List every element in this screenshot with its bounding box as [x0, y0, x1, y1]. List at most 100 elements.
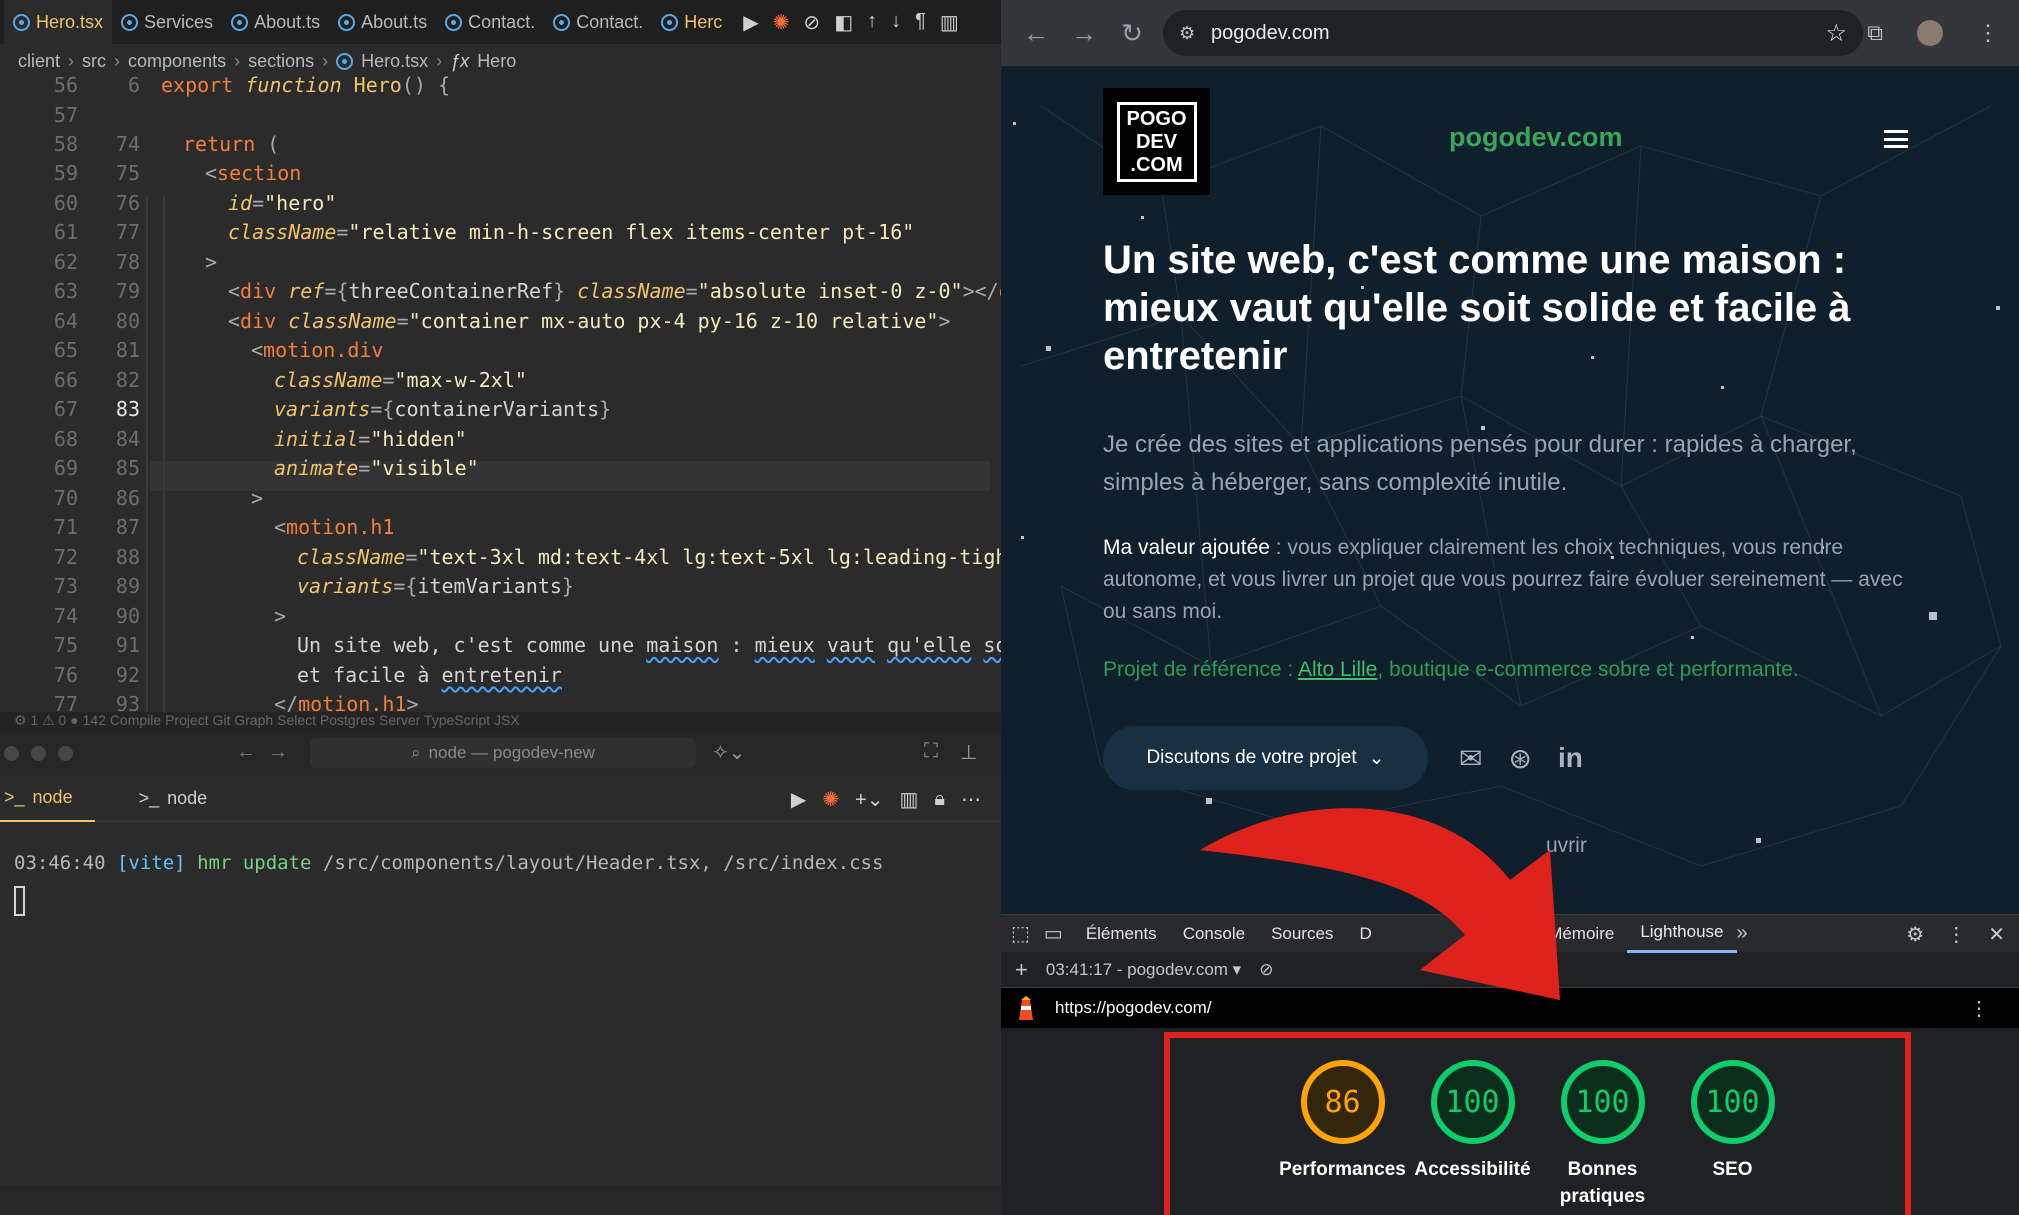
editor-tab[interactable]: Herc	[652, 0, 731, 44]
breadcrumb-item[interactable]: src	[82, 51, 106, 72]
score-accessibility[interactable]: 100 Accessibilité	[1414, 1060, 1531, 1215]
zoom-window-button[interactable]	[58, 745, 73, 761]
code-line: 65 81 <motion.div	[53, 338, 384, 363]
chevron-down-icon: ⌄	[1368, 747, 1385, 769]
terminal-prompt-icon: >_	[138, 788, 160, 808]
score-gauge: 86	[1300, 1060, 1385, 1144]
gear-icon[interactable]: ⚙	[1906, 922, 1924, 947]
back-icon[interactable]: ←	[1023, 18, 1049, 49]
pilcrow-icon[interactable]: ¶	[915, 10, 926, 35]
forward-icon[interactable]: →	[1071, 18, 1097, 49]
arrow-up-icon[interactable]: ↑	[867, 10, 877, 35]
score-label: Bonnes pratiques	[1559, 1159, 1646, 1207]
hide-icon[interactable]: ⊘	[803, 10, 820, 35]
editor-toolbar: ▶ ✺ ⊘ ◧ ↑ ↓ ¶ ▥	[743, 10, 958, 35]
add-report-icon[interactable]: +	[1015, 957, 1028, 983]
terminal-footer	[0, 1185, 1001, 1215]
breadcrumb-item[interactable]: Hero.tsx	[361, 51, 428, 72]
lock-icon[interactable]: 🔒︎	[934, 788, 945, 811]
site-name[interactable]: pogodev.com	[1449, 122, 1623, 153]
close-icon[interactable]: ✕	[1988, 922, 2005, 947]
code-line: 60 76 id="hero"	[53, 190, 337, 215]
split-icon[interactable]: ▥	[899, 787, 918, 812]
run-icon[interactable]: ▶	[743, 10, 758, 35]
react-icon	[338, 13, 356, 31]
terminal-tabs: >_ node >_ node ▶ ✺ +⌄ ▥ 🔒︎ ⋯	[0, 776, 1001, 822]
more-icon[interactable]: ⋯	[961, 787, 981, 812]
editor-tab[interactable]: About.ts	[329, 0, 436, 44]
inspect-icon[interactable]: ⬚	[1011, 921, 1030, 946]
minimize-window-button[interactable]	[31, 745, 46, 761]
bookmark-icon[interactable]: ◧	[834, 10, 853, 35]
kebab-menu-icon[interactable]: ⋮	[1946, 922, 1966, 947]
editor-tab[interactable]: Services	[112, 0, 222, 44]
more-tabs-icon[interactable]: »	[1737, 922, 1748, 945]
bookmark-star-icon[interactable]: ☆	[1825, 19, 1847, 48]
score-gauge: 100	[1690, 1060, 1775, 1144]
close-window-button[interactable]	[4, 745, 19, 761]
terminal-tab[interactable]: >_ node	[135, 776, 230, 822]
annotation-arrow-icon	[1200, 808, 1560, 1000]
reference-link[interactable]: Alto Lille	[1298, 658, 1377, 681]
reload-icon[interactable]: ↻	[1119, 18, 1145, 49]
score-best-practices[interactable]: 100 Bonnes pratiques	[1560, 1060, 1645, 1215]
code-line: 58 74 return (	[53, 131, 280, 156]
breadcrumb-item[interactable]: client	[18, 51, 60, 72]
sticky-scroll-header: export function Hero() {	[161, 72, 451, 97]
ai-spark-icon[interactable]: ✺	[773, 10, 790, 35]
add-terminal-icon[interactable]: +⌄	[855, 787, 883, 812]
run-icon[interactable]: ▶	[791, 787, 806, 812]
editor-tab[interactable]: Hero.tsx	[4, 0, 113, 44]
devtools-tab[interactable]: Éléments	[1073, 915, 1170, 953]
code-line: 59 75 <section	[53, 161, 302, 186]
editor-tab[interactable]: About.ts	[222, 0, 329, 44]
device-toggle-icon[interactable]: ▭	[1044, 921, 1063, 946]
fullscreen-icon[interactable]: ⛶	[924, 740, 938, 763]
pin-icon[interactable]: ⊥	[960, 740, 977, 765]
ai-spark-icon[interactable]: ✺	[822, 787, 839, 812]
react-icon	[661, 13, 679, 31]
split-editor-icon[interactable]: ▥	[940, 10, 959, 35]
terminal-tab[interactable]: >_ node	[0, 776, 95, 822]
extensions-icon[interactable]: ⧉	[1867, 20, 1883, 46]
address-bar[interactable]: ⚙ pogodev.com ☆	[1163, 10, 1863, 56]
arrow-down-icon[interactable]: ↓	[891, 10, 901, 35]
terminal-search[interactable]: ⌕ node — pogodev-new	[310, 738, 696, 768]
site-logo[interactable]: POGO DEV .COM	[1103, 88, 1210, 195]
browser-window: ← → ↻ ⚙ pogodev.com ☆ ⧉ ⋮ POGO DEV .COM …	[1001, 0, 2019, 1215]
window-controls	[4, 745, 73, 761]
editor-tab[interactable]: Contact.	[544, 0, 652, 44]
menu-kebab-icon[interactable]: ⋮	[1977, 20, 1999, 46]
score-seo[interactable]: 100 SEO	[1690, 1060, 1775, 1215]
chevron-right-icon: ›	[322, 50, 329, 71]
editor-tab[interactable]: Contact.	[436, 0, 544, 44]
react-icon	[231, 13, 249, 31]
score-performance[interactable]: 86 Performances	[1279, 1060, 1406, 1215]
code-line: 63 79 <div ref={threeContainerRef} classN…	[53, 279, 1001, 304]
breadcrumb-item[interactable]: sections	[248, 51, 314, 72]
devtools-tab-lighthouse[interactable]: Lighthouse	[1627, 915, 1737, 953]
code-line: 64 80 <div className="container mx-auto p…	[53, 308, 951, 333]
score-gauge: 100	[1430, 1060, 1515, 1144]
react-icon	[445, 13, 463, 31]
code-line: 70 86 >	[53, 485, 264, 510]
react-icon	[336, 52, 354, 70]
chevron-right-icon: ›	[114, 50, 121, 71]
breadcrumb-item[interactable]: Hero	[477, 51, 516, 72]
site-settings-icon[interactable]: ⚙	[1179, 23, 1195, 44]
code-area[interactable]: 56 6 export function Hero() { 57 58 74 re…	[0, 73, 1001, 786]
hamburger-menu-icon[interactable]	[1884, 130, 1908, 148]
react-icon	[553, 13, 571, 31]
back-arrow-icon[interactable]: ←	[236, 741, 256, 764]
devtools-actions: ⚙ ⋮ ✕	[1906, 915, 2005, 953]
chevron-right-icon: ›	[234, 50, 241, 71]
report-menu-icon[interactable]: ⋮	[1969, 996, 1989, 1021]
reference-paragraph: Projet de référence : Alto Lille, boutiq…	[1103, 658, 1799, 681]
ai-sparkle-icon[interactable]: ✧⌄	[712, 740, 746, 765]
avatar[interactable]	[1917, 20, 1943, 46]
terminal-window: ← → ⌕ node — pogodev-new ✧⌄ ⛶ ⊥ >_ node >_…	[0, 730, 1001, 1215]
code-line: 74 90 >	[53, 603, 287, 628]
breadcrumb-item[interactable]: components	[128, 51, 226, 72]
code-line: 67 83 variants={containerVariants}	[53, 397, 612, 422]
forward-arrow-icon[interactable]: →	[268, 741, 288, 764]
